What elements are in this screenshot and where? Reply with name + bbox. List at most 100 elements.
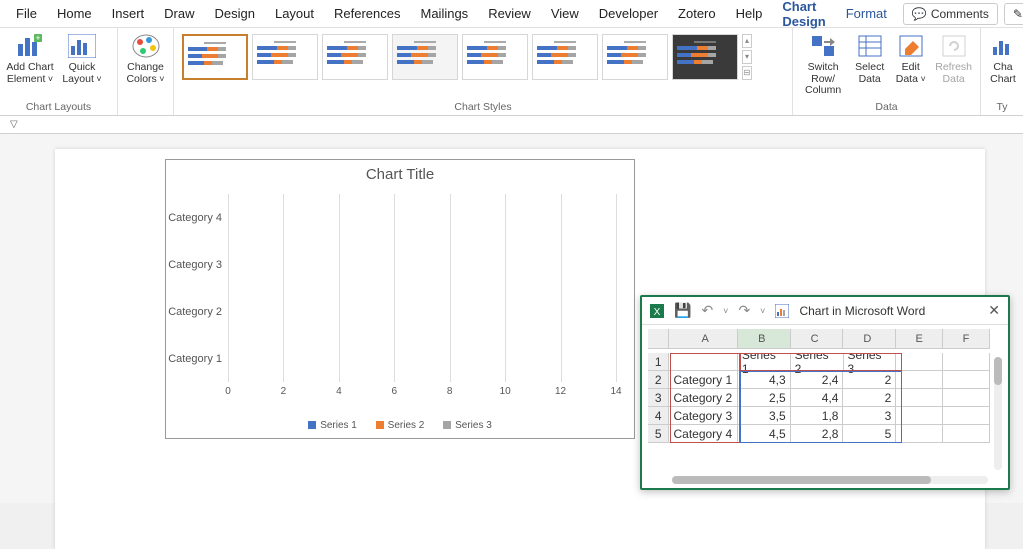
cell-B2[interactable]: 4,3 — [738, 371, 791, 389]
chart-title[interactable]: Chart Title — [166, 160, 634, 185]
menu-format[interactable]: Format — [836, 2, 897, 25]
select-all-cell[interactable] — [648, 329, 669, 349]
chart-style-8[interactable] — [672, 34, 738, 80]
menu-references[interactable]: References — [324, 2, 410, 25]
menu-design[interactable]: Design — [205, 2, 265, 25]
chart-plot-area[interactable]: 02468101214Category 1Category 2Category … — [228, 194, 616, 382]
cell-D5[interactable]: 5 — [843, 425, 896, 443]
excel-hscrollbar[interactable] — [672, 476, 988, 484]
menu-draw[interactable]: Draw — [154, 2, 204, 25]
excel-vscrollbar[interactable] — [994, 357, 1002, 470]
hscroll-thumb[interactable] — [672, 476, 931, 484]
cell-F4[interactable] — [943, 407, 990, 425]
gallery-up-button[interactable]: ▴ — [742, 34, 752, 48]
cell-F2[interactable] — [943, 371, 990, 389]
cell-F1[interactable] — [943, 353, 990, 371]
col-header-C[interactable]: C — [791, 329, 844, 349]
vscroll-thumb[interactable] — [994, 357, 1002, 385]
cell-C4[interactable]: 1,8 — [791, 407, 844, 425]
menu-home[interactable]: Home — [47, 2, 102, 25]
row-header[interactable]: 5 — [648, 425, 669, 443]
chart-style-3[interactable] — [322, 34, 388, 80]
cell-A4[interactable]: Category 3 — [669, 407, 737, 425]
row-header[interactable]: 4 — [648, 407, 669, 425]
excel-row[interactable]: 2Category 14,32,42 — [648, 371, 990, 389]
change-chart-type-button[interactable]: Cha Chart — [987, 32, 1019, 85]
chart-legend[interactable]: Series 1 Series 2 Series 3 — [166, 420, 634, 433]
undo-icon[interactable]: ↶ — [701, 302, 713, 319]
col-header-B[interactable]: B — [738, 329, 791, 349]
chart-style-4[interactable] — [392, 34, 458, 80]
menu-layout[interactable]: Layout — [265, 2, 324, 25]
chart-style-5[interactable] — [462, 34, 528, 80]
excel-grid[interactable]: 1Series 1Series 2Series 32Category 14,32… — [648, 353, 990, 470]
excel-row[interactable]: 5Category 44,52,85 — [648, 425, 990, 443]
redo-dropdown-icon[interactable]: ˅ — [760, 306, 765, 316]
menu-zotero[interactable]: Zotero — [668, 2, 726, 25]
save-icon[interactable]: 💾 — [674, 302, 691, 319]
col-header-D[interactable]: D — [843, 329, 896, 349]
row-header[interactable]: 3 — [648, 389, 669, 407]
undo-dropdown-icon[interactable]: ˅ — [723, 306, 728, 316]
excel-data-window[interactable]: X 💾 ↶ ˅ ↷ ˅ Chart in Microsoft Word ✕ A … — [640, 295, 1010, 490]
cell-D4[interactable]: 3 — [843, 407, 896, 425]
excel-row[interactable]: 3Category 22,54,42 — [648, 389, 990, 407]
chart-style-7[interactable] — [602, 34, 668, 80]
gallery-more-button[interactable]: ⊟ — [742, 66, 752, 80]
chart-style-1[interactable] — [182, 34, 248, 80]
cell-E2[interactable] — [896, 371, 943, 389]
cell-E5[interactable] — [896, 425, 943, 443]
cell-F5[interactable] — [943, 425, 990, 443]
excel-row[interactable]: 4Category 33,51,83 — [648, 407, 990, 425]
cell-C3[interactable]: 4,4 — [791, 389, 844, 407]
cell-A5[interactable]: Category 4 — [669, 425, 737, 443]
add-chart-element-button[interactable]: + Add Chart Element — [6, 32, 54, 85]
editing-mode-button[interactable]: ✎Editing˅ — [1004, 3, 1023, 25]
cell-E1[interactable] — [896, 353, 943, 371]
chart-style-6[interactable] — [532, 34, 598, 80]
excel-row[interactable]: 1 Series 1Series 2Series 3 — [648, 353, 990, 371]
cell-B4[interactable]: 3,5 — [738, 407, 791, 425]
menu-mailings[interactable]: Mailings — [411, 2, 479, 25]
chart-style-2[interactable] — [252, 34, 318, 80]
menu-developer[interactable]: Developer — [589, 2, 668, 25]
cell-D3[interactable]: 2 — [843, 389, 896, 407]
comments-button[interactable]: 💬Comments — [903, 3, 998, 25]
cell-B1[interactable]: Series 1 — [738, 353, 791, 371]
cell-D2[interactable]: 2 — [843, 371, 896, 389]
menu-view[interactable]: View — [541, 2, 589, 25]
cell-C2[interactable]: 2,4 — [791, 371, 844, 389]
excel-titlebar[interactable]: X 💾 ↶ ˅ ↷ ˅ Chart in Microsoft Word ✕ — [642, 297, 1008, 325]
edit-data-button[interactable]: Edit Data — [892, 32, 929, 85]
menu-review[interactable]: Review — [478, 2, 541, 25]
menu-help[interactable]: Help — [726, 2, 773, 25]
menu-file[interactable]: File — [6, 2, 47, 25]
cell-A3[interactable]: Category 2 — [669, 389, 737, 407]
col-header-A[interactable]: A — [669, 329, 737, 349]
cell-D1[interactable]: Series 3 — [844, 353, 897, 371]
ribbon-collapse-bar[interactable]: ▽ — [0, 116, 1023, 134]
x-tick-label: 2 — [281, 386, 287, 397]
cell-A2[interactable]: Category 1 — [669, 371, 737, 389]
cell-E3[interactable] — [896, 389, 943, 407]
col-header-F[interactable]: F — [943, 329, 990, 349]
cell-B3[interactable]: 2,5 — [738, 389, 791, 407]
cell-A1[interactable] — [669, 353, 737, 371]
switch-row-column-button[interactable]: Switch Row/ Column — [799, 32, 847, 97]
gallery-down-button[interactable]: ▾ — [742, 50, 752, 64]
row-header[interactable]: 2 — [648, 371, 669, 389]
cell-B5[interactable]: 4,5 — [738, 425, 791, 443]
cell-C1[interactable]: Series 2 — [791, 353, 844, 371]
cell-E4[interactable] — [896, 407, 943, 425]
cell-F3[interactable] — [943, 389, 990, 407]
row-header[interactable]: 1 — [648, 353, 669, 371]
menu-insert[interactable]: Insert — [102, 2, 155, 25]
select-data-button[interactable]: Select Data — [851, 32, 888, 85]
col-header-E[interactable]: E — [896, 329, 943, 349]
chart-object[interactable]: Chart Title 02468101214Category 1Categor… — [165, 159, 635, 439]
quick-layout-button[interactable]: Quick Layout — [58, 32, 106, 85]
close-button[interactable]: ✕ — [988, 302, 1000, 319]
redo-icon[interactable]: ↷ — [738, 302, 750, 319]
cell-C5[interactable]: 2,8 — [791, 425, 844, 443]
change-colors-button[interactable]: Change Colors — [124, 32, 167, 85]
